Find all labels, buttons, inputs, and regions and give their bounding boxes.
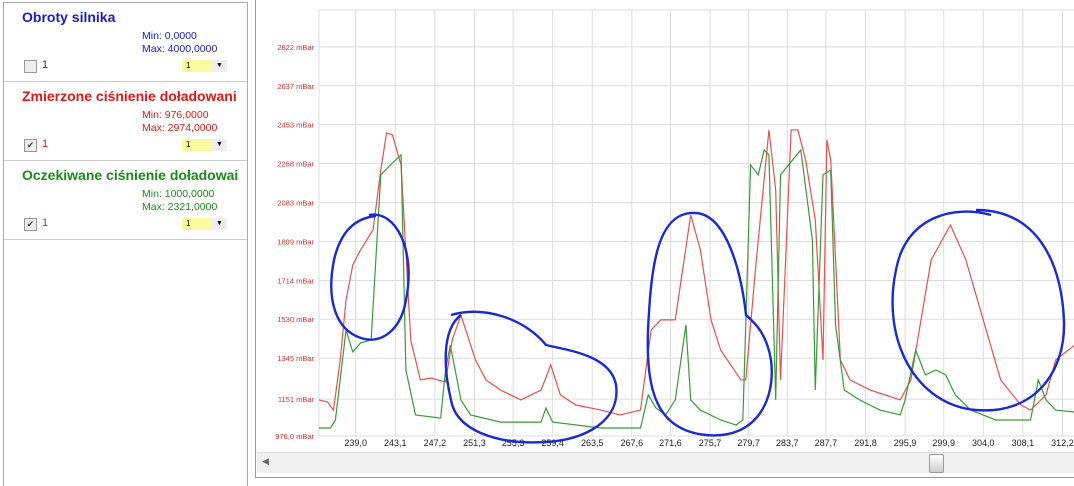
series-max: Max: 4000,0000 — [142, 43, 218, 55]
y-tick-label: 1151 mBar — [278, 395, 315, 404]
y-tick-label: 2822 mBar — [277, 43, 314, 52]
y-tick-label: 1530 mBar — [277, 315, 314, 324]
series-min: Min: 1000,0000 — [142, 188, 215, 200]
y-tick-label: 2453 mBar — [277, 121, 314, 130]
series-title: Oczekiwane ciśnienie doładowai — [22, 167, 239, 183]
x-tick-label: 295,9 — [894, 438, 917, 448]
x-tick-label: 283,7 — [776, 438, 799, 448]
chevron-down-icon[interactable]: ▼ — [212, 139, 227, 151]
x-tick-label: 275,7 — [699, 438, 722, 448]
series-max: Max: 2321,0000 — [142, 201, 218, 213]
axis-select[interactable]: 1 ▼ — [182, 139, 227, 151]
axis-select-value: 1 — [182, 218, 212, 230]
x-tick-label: 279,7 — [737, 438, 760, 448]
y-tick-label: 2637 mBar — [277, 82, 314, 91]
chart-panel: 976,0 mBar 1151 mBar 1345 mBar 1530 mBar 171… — [255, 0, 1074, 478]
series-min: Min: 976,0000 — [142, 109, 209, 121]
chevron-down-icon[interactable]: ▼ — [212, 218, 227, 230]
line-chart: 976,0 mBar 1151 mBar 1345 mBar 1530 mBar 171… — [275, 9, 1074, 448]
x-tick-label: 271,6 — [659, 438, 682, 448]
series-section: Oczekiwane ciśnienie doładowai Min: 1000… — [4, 161, 247, 240]
chevron-down-icon[interactable]: ▼ — [212, 60, 227, 72]
series-max: Max: 2974,0000 — [142, 122, 218, 134]
x-tick-label: 312,2 — [1051, 438, 1074, 448]
axis-select[interactable]: 1 ▼ — [182, 60, 227, 72]
y-tick-label: 2083 mBar — [277, 199, 314, 208]
x-tick-label: 299,9 — [932, 438, 955, 448]
x-tick-label: 239,0 — [344, 438, 367, 448]
y-tick-label: 976,0 mBar — [275, 432, 314, 441]
checkbox-label: 1 — [42, 59, 49, 71]
checkbox-label: 1 — [42, 138, 49, 150]
x-tick-label: 304,0 — [972, 438, 995, 448]
checkbox-label: 1 — [42, 217, 49, 229]
x-tick-label: 287,7 — [815, 438, 838, 448]
y-tick-label: 1899 mBar — [277, 237, 314, 246]
scroll-left-arrow-icon[interactable]: ◀ — [262, 456, 269, 467]
y-tick-label: 1714 mBar — [277, 276, 314, 285]
series-section: Zmierzone ciśnienie doładowani Min: 976,… — [4, 82, 247, 161]
series-visible-checkbox[interactable] — [24, 60, 37, 73]
series-section: Obroty silnika Min: 0,0000 Max: 4000,000… — [4, 3, 247, 82]
x-tick-label: 267,6 — [621, 438, 644, 448]
x-tick-label: 247,2 — [424, 438, 447, 448]
x-tick-label: 291,8 — [854, 438, 877, 448]
series-visible-checkbox[interactable]: ✔ — [24, 218, 37, 231]
plot-area — [318, 9, 1074, 437]
series-title: Zmierzone ciśnienie doładowani — [22, 88, 237, 104]
axis-select-value: 1 — [182, 139, 212, 151]
x-tick-label: 263,5 — [581, 438, 604, 448]
y-tick-label: 2268 mBar — [277, 160, 314, 169]
scrollbar-thumb[interactable] — [929, 454, 944, 473]
x-tick-label: 251,3 — [463, 438, 486, 448]
x-tick-label: 243,1 — [384, 438, 407, 448]
horizontal-scrollbar[interactable]: ◀ — [257, 452, 1074, 473]
y-tick-label: 1345 mBar — [277, 354, 314, 363]
series-panel: Obroty silnika Min: 0,0000 Max: 4000,000… — [3, 2, 248, 486]
series-visible-checkbox[interactable]: ✔ — [24, 139, 37, 152]
x-tick-label: 308,1 — [1012, 438, 1035, 448]
series-title: Obroty silnika — [22, 9, 116, 25]
series-min: Min: 0,0000 — [142, 30, 197, 42]
axis-select[interactable]: 1 ▼ — [182, 218, 227, 230]
axis-select-value: 1 — [182, 60, 212, 72]
